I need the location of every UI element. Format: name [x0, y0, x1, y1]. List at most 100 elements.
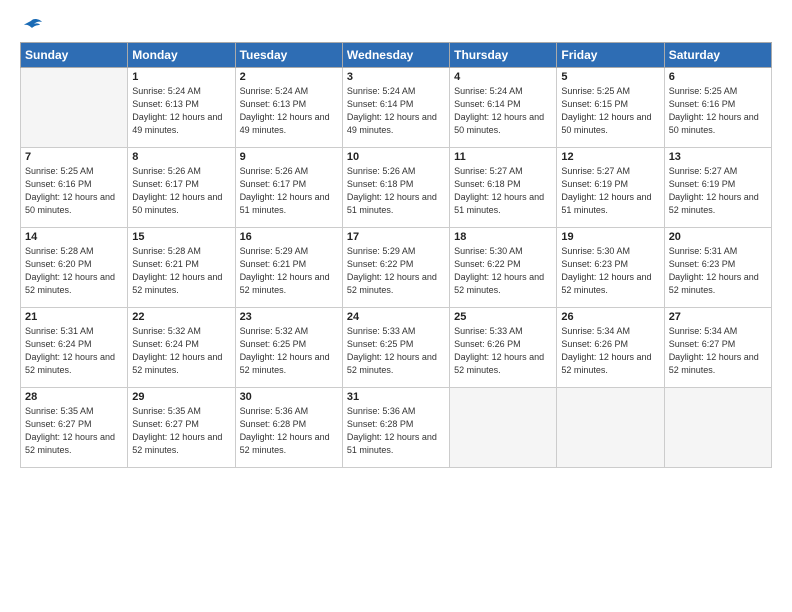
day-info: Sunrise: 5:26 AMSunset: 6:18 PMDaylight:… — [347, 165, 445, 217]
day-info: Sunrise: 5:25 AMSunset: 6:16 PMDaylight:… — [25, 165, 123, 217]
calendar-cell: 14 Sunrise: 5:28 AMSunset: 6:20 PMDaylig… — [21, 228, 128, 308]
day-info: Sunrise: 5:27 AMSunset: 6:19 PMDaylight:… — [669, 165, 767, 217]
day-info: Sunrise: 5:30 AMSunset: 6:22 PMDaylight:… — [454, 245, 552, 297]
calendar-cell — [450, 388, 557, 468]
day-number: 11 — [454, 151, 552, 163]
day-number: 18 — [454, 231, 552, 243]
week-row-4: 21 Sunrise: 5:31 AMSunset: 6:24 PMDaylig… — [21, 308, 772, 388]
day-number: 20 — [669, 231, 767, 243]
week-row-3: 14 Sunrise: 5:28 AMSunset: 6:20 PMDaylig… — [21, 228, 772, 308]
calendar-cell: 6 Sunrise: 5:25 AMSunset: 6:16 PMDayligh… — [664, 68, 771, 148]
day-info: Sunrise: 5:27 AMSunset: 6:18 PMDaylight:… — [454, 165, 552, 217]
calendar-cell: 4 Sunrise: 5:24 AMSunset: 6:14 PMDayligh… — [450, 68, 557, 148]
calendar-cell — [664, 388, 771, 468]
day-info: Sunrise: 5:25 AMSunset: 6:15 PMDaylight:… — [561, 85, 659, 137]
calendar-table: SundayMondayTuesdayWednesdayThursdayFrid… — [20, 42, 772, 468]
calendar-cell: 23 Sunrise: 5:32 AMSunset: 6:25 PMDaylig… — [235, 308, 342, 388]
day-number: 16 — [240, 231, 338, 243]
calendar-cell: 1 Sunrise: 5:24 AMSunset: 6:13 PMDayligh… — [128, 68, 235, 148]
day-number: 13 — [669, 151, 767, 163]
calendar-cell: 21 Sunrise: 5:31 AMSunset: 6:24 PMDaylig… — [21, 308, 128, 388]
calendar-cell: 29 Sunrise: 5:35 AMSunset: 6:27 PMDaylig… — [128, 388, 235, 468]
day-info: Sunrise: 5:28 AMSunset: 6:20 PMDaylight:… — [25, 245, 123, 297]
day-info: Sunrise: 5:33 AMSunset: 6:25 PMDaylight:… — [347, 325, 445, 377]
calendar-cell: 20 Sunrise: 5:31 AMSunset: 6:23 PMDaylig… — [664, 228, 771, 308]
day-number: 21 — [25, 311, 123, 323]
day-number: 23 — [240, 311, 338, 323]
calendar-cell: 22 Sunrise: 5:32 AMSunset: 6:24 PMDaylig… — [128, 308, 235, 388]
day-number: 29 — [132, 391, 230, 403]
weekday-header-tuesday: Tuesday — [235, 43, 342, 68]
day-number: 7 — [25, 151, 123, 163]
day-number: 28 — [25, 391, 123, 403]
day-number: 14 — [25, 231, 123, 243]
calendar-cell: 17 Sunrise: 5:29 AMSunset: 6:22 PMDaylig… — [342, 228, 449, 308]
day-number: 26 — [561, 311, 659, 323]
weekday-header-sunday: Sunday — [21, 43, 128, 68]
calendar-cell: 2 Sunrise: 5:24 AMSunset: 6:13 PMDayligh… — [235, 68, 342, 148]
calendar-cell: 11 Sunrise: 5:27 AMSunset: 6:18 PMDaylig… — [450, 148, 557, 228]
calendar-cell: 10 Sunrise: 5:26 AMSunset: 6:18 PMDaylig… — [342, 148, 449, 228]
day-number: 30 — [240, 391, 338, 403]
calendar-cell: 28 Sunrise: 5:35 AMSunset: 6:27 PMDaylig… — [21, 388, 128, 468]
day-info: Sunrise: 5:29 AMSunset: 6:22 PMDaylight:… — [347, 245, 445, 297]
day-info: Sunrise: 5:36 AMSunset: 6:28 PMDaylight:… — [347, 405, 445, 457]
calendar-cell: 3 Sunrise: 5:24 AMSunset: 6:14 PMDayligh… — [342, 68, 449, 148]
day-info: Sunrise: 5:24 AMSunset: 6:13 PMDaylight:… — [240, 85, 338, 137]
day-info: Sunrise: 5:26 AMSunset: 6:17 PMDaylight:… — [240, 165, 338, 217]
calendar-cell: 8 Sunrise: 5:26 AMSunset: 6:17 PMDayligh… — [128, 148, 235, 228]
day-number: 27 — [669, 311, 767, 323]
day-info: Sunrise: 5:25 AMSunset: 6:16 PMDaylight:… — [669, 85, 767, 137]
day-info: Sunrise: 5:35 AMSunset: 6:27 PMDaylight:… — [25, 405, 123, 457]
day-info: Sunrise: 5:26 AMSunset: 6:17 PMDaylight:… — [132, 165, 230, 217]
day-info: Sunrise: 5:30 AMSunset: 6:23 PMDaylight:… — [561, 245, 659, 297]
weekday-header-saturday: Saturday — [664, 43, 771, 68]
day-number: 2 — [240, 71, 338, 83]
day-number: 4 — [454, 71, 552, 83]
day-number: 9 — [240, 151, 338, 163]
calendar-page: SundayMondayTuesdayWednesdayThursdayFrid… — [0, 0, 792, 612]
week-row-5: 28 Sunrise: 5:35 AMSunset: 6:27 PMDaylig… — [21, 388, 772, 468]
calendar-cell: 30 Sunrise: 5:36 AMSunset: 6:28 PMDaylig… — [235, 388, 342, 468]
day-number: 19 — [561, 231, 659, 243]
day-info: Sunrise: 5:34 AMSunset: 6:26 PMDaylight:… — [561, 325, 659, 377]
header — [20, 18, 772, 34]
calendar-cell: 9 Sunrise: 5:26 AMSunset: 6:17 PMDayligh… — [235, 148, 342, 228]
day-number: 12 — [561, 151, 659, 163]
day-number: 25 — [454, 311, 552, 323]
logo-bird-icon — [22, 18, 42, 34]
calendar-cell: 31 Sunrise: 5:36 AMSunset: 6:28 PMDaylig… — [342, 388, 449, 468]
calendar-cell: 27 Sunrise: 5:34 AMSunset: 6:27 PMDaylig… — [664, 308, 771, 388]
weekday-header-row: SundayMondayTuesdayWednesdayThursdayFrid… — [21, 43, 772, 68]
day-info: Sunrise: 5:32 AMSunset: 6:24 PMDaylight:… — [132, 325, 230, 377]
logo — [20, 18, 42, 34]
day-number: 22 — [132, 311, 230, 323]
calendar-cell: 18 Sunrise: 5:30 AMSunset: 6:22 PMDaylig… — [450, 228, 557, 308]
calendar-cell: 7 Sunrise: 5:25 AMSunset: 6:16 PMDayligh… — [21, 148, 128, 228]
day-number: 31 — [347, 391, 445, 403]
weekday-header-wednesday: Wednesday — [342, 43, 449, 68]
day-number: 3 — [347, 71, 445, 83]
day-info: Sunrise: 5:29 AMSunset: 6:21 PMDaylight:… — [240, 245, 338, 297]
calendar-cell: 24 Sunrise: 5:33 AMSunset: 6:25 PMDaylig… — [342, 308, 449, 388]
day-info: Sunrise: 5:36 AMSunset: 6:28 PMDaylight:… — [240, 405, 338, 457]
day-number: 6 — [669, 71, 767, 83]
day-number: 8 — [132, 151, 230, 163]
day-info: Sunrise: 5:24 AMSunset: 6:13 PMDaylight:… — [132, 85, 230, 137]
day-number: 5 — [561, 71, 659, 83]
day-number: 15 — [132, 231, 230, 243]
day-info: Sunrise: 5:24 AMSunset: 6:14 PMDaylight:… — [347, 85, 445, 137]
day-number: 24 — [347, 311, 445, 323]
week-row-1: 1 Sunrise: 5:24 AMSunset: 6:13 PMDayligh… — [21, 68, 772, 148]
day-info: Sunrise: 5:32 AMSunset: 6:25 PMDaylight:… — [240, 325, 338, 377]
day-info: Sunrise: 5:33 AMSunset: 6:26 PMDaylight:… — [454, 325, 552, 377]
day-info: Sunrise: 5:28 AMSunset: 6:21 PMDaylight:… — [132, 245, 230, 297]
day-number: 10 — [347, 151, 445, 163]
calendar-cell: 12 Sunrise: 5:27 AMSunset: 6:19 PMDaylig… — [557, 148, 664, 228]
day-info: Sunrise: 5:34 AMSunset: 6:27 PMDaylight:… — [669, 325, 767, 377]
day-number: 1 — [132, 71, 230, 83]
day-info: Sunrise: 5:24 AMSunset: 6:14 PMDaylight:… — [454, 85, 552, 137]
day-info: Sunrise: 5:27 AMSunset: 6:19 PMDaylight:… — [561, 165, 659, 217]
week-row-2: 7 Sunrise: 5:25 AMSunset: 6:16 PMDayligh… — [21, 148, 772, 228]
calendar-cell: 25 Sunrise: 5:33 AMSunset: 6:26 PMDaylig… — [450, 308, 557, 388]
